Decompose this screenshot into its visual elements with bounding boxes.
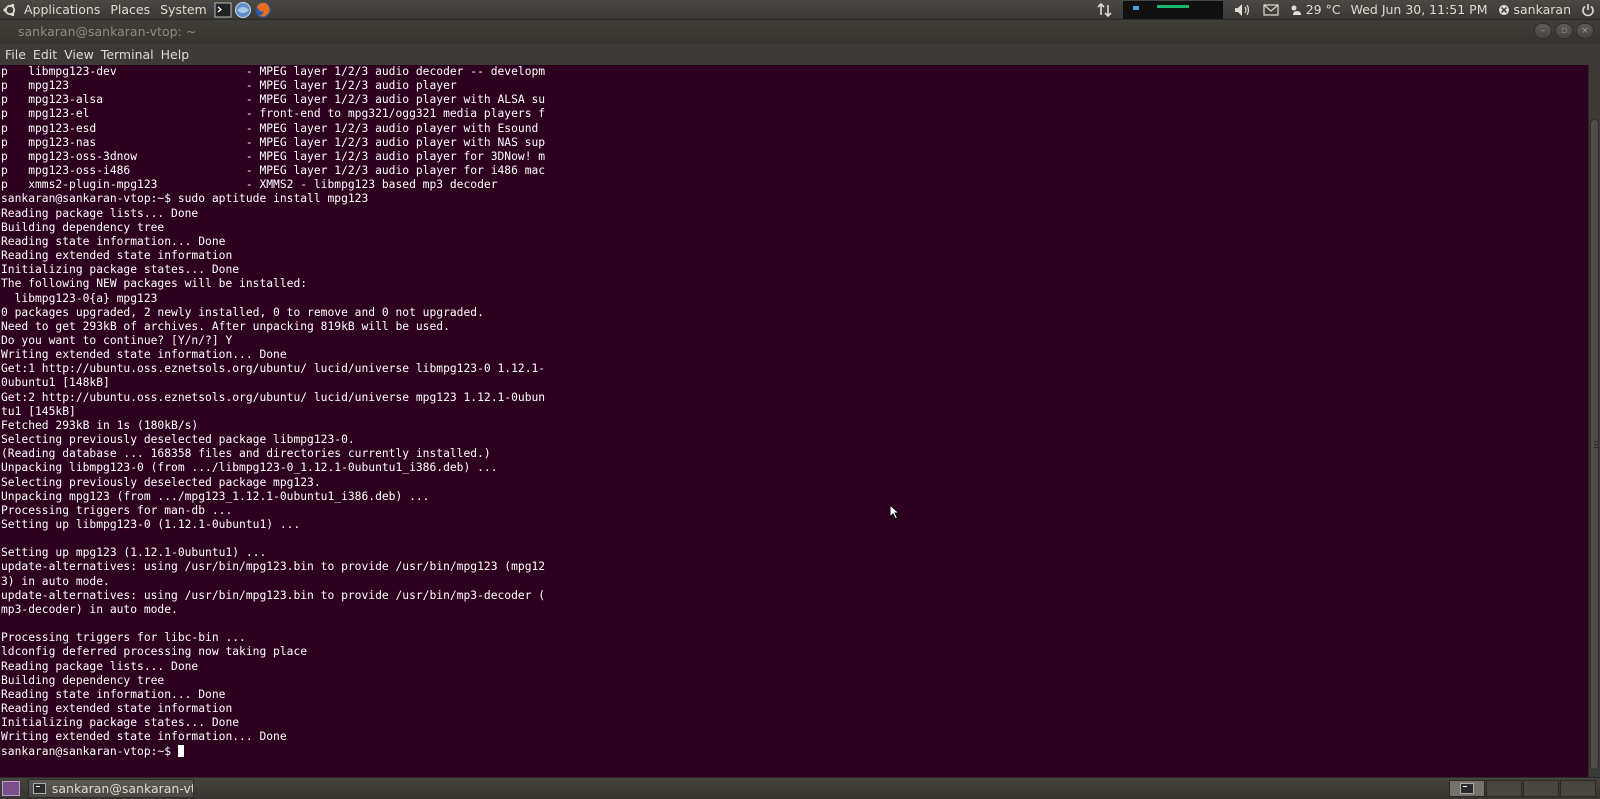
user-status-icon: [1498, 5, 1509, 15]
terminal-area[interactable]: p libmpg123-dev - MPEG layer 1/2/3 audio…: [0, 65, 1588, 777]
workspace-1[interactable]: [1449, 780, 1485, 797]
menu-terminal[interactable]: Terminal: [97, 44, 157, 65]
workspace-3[interactable]: [1523, 780, 1559, 797]
network-transfer-icon[interactable]: [1097, 2, 1113, 18]
close-button[interactable]: ×: [1576, 23, 1594, 39]
temperature-label: 29 °C: [1305, 2, 1341, 17]
places-menu[interactable]: Places: [105, 0, 155, 20]
system-monitor-graph[interactable]: [1122, 1, 1223, 19]
maximize-button[interactable]: ▫: [1555, 23, 1573, 39]
user-menu[interactable]: sankaran: [1498, 0, 1572, 20]
bottom-panel: sankaran@sankaran-vt...: [0, 777, 1600, 799]
top-panel: Applications Places System 29 °C Wed Jun…: [0, 0, 1600, 20]
terminal-menubar: File Edit View Terminal Help: [0, 44, 1600, 65]
applications-menu[interactable]: Applications: [19, 0, 105, 20]
taskbar-window-button[interactable]: sankaran@sankaran-vt...: [28, 779, 194, 798]
window-title: sankaran@sankaran-vtop: ~: [18, 24, 197, 39]
workspace-terminal-icon: [1460, 783, 1474, 794]
volume-icon[interactable]: [1233, 2, 1253, 18]
menu-help[interactable]: Help: [157, 44, 193, 65]
username-label: sankaran: [1513, 2, 1572, 17]
show-desktop-icon[interactable]: [2, 781, 20, 796]
mouse-pointer-icon: [889, 504, 901, 520]
ubuntu-logo-icon[interactable]: [3, 3, 17, 17]
terminal-window-icon: [33, 783, 46, 794]
weather-icon: [1291, 5, 1301, 15]
power-icon[interactable]: [1581, 3, 1595, 17]
mail-icon[interactable]: [1263, 4, 1279, 16]
weather-applet[interactable]: 29 °C: [1289, 0, 1341, 20]
workspace-2[interactable]: [1486, 780, 1522, 797]
menu-file[interactable]: File: [1, 44, 29, 65]
menu-view[interactable]: View: [60, 44, 97, 65]
system-menu[interactable]: System: [155, 0, 212, 20]
workspace-4[interactable]: [1560, 780, 1596, 797]
terminal-launcher-icon[interactable]: [214, 1, 232, 19]
window-titlebar[interactable]: sankaran@sankaran-vtop: ~ – ▫ ×: [0, 20, 1600, 44]
terminal-prompt-line[interactable]: sankaran@sankaran-vtop:~$: [0, 744, 1588, 759]
network-launcher-icon[interactable]: [234, 1, 252, 19]
terminal-output: p libmpg123-dev - MPEG layer 1/2/3 audio…: [1, 65, 546, 744]
menu-edit[interactable]: Edit: [29, 44, 60, 65]
clock[interactable]: Wed Jun 30, 11:51 PM: [1351, 0, 1488, 20]
terminal-scrollbar[interactable]: [1588, 65, 1600, 777]
workspace-switcher[interactable]: [1449, 780, 1596, 797]
taskbar-window-label: sankaran@sankaran-vt...: [51, 781, 193, 796]
prompt-text: sankaran@sankaran-vtop:~$: [1, 744, 178, 758]
minimize-button[interactable]: –: [1534, 23, 1552, 39]
scrollbar-thumb[interactable]: [1590, 119, 1599, 770]
firefox-launcher-icon[interactable]: [254, 1, 272, 19]
text-cursor: [177, 744, 184, 757]
